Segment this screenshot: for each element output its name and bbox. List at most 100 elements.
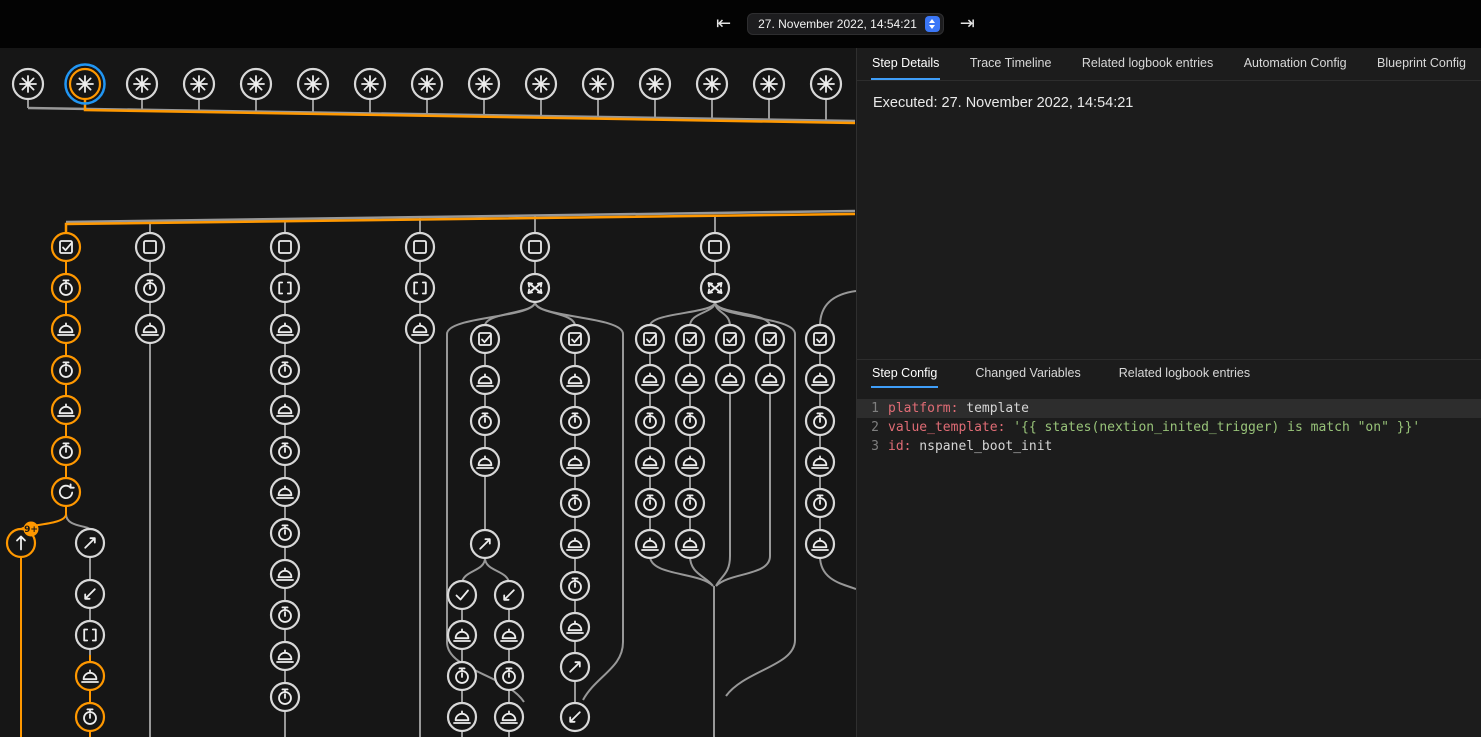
trigger-node[interactable] xyxy=(355,69,385,99)
choose-node[interactable] xyxy=(701,274,729,302)
condition-node[interactable] xyxy=(636,325,664,353)
condition-node[interactable] xyxy=(561,325,589,353)
trigger-node[interactable] xyxy=(754,69,784,99)
service-node[interactable] xyxy=(561,613,589,641)
timer-node[interactable] xyxy=(636,407,664,435)
timer-node[interactable] xyxy=(52,274,80,302)
tab-changed-variables[interactable]: Changed Variables xyxy=(974,360,1081,388)
code-line[interactable]: 1platform: template xyxy=(857,399,1481,418)
next-run-icon[interactable]: ⇥ xyxy=(960,15,975,33)
check-node[interactable] xyxy=(448,581,476,609)
timer-node[interactable] xyxy=(136,274,164,302)
arrow-ne-node[interactable] xyxy=(76,529,104,557)
timer-node[interactable] xyxy=(676,489,704,517)
timer-node[interactable] xyxy=(271,601,299,629)
service-node[interactable] xyxy=(806,530,834,558)
condition-node[interactable] xyxy=(471,325,499,353)
timer-node[interactable] xyxy=(76,703,104,731)
arrow-sw-node[interactable] xyxy=(561,703,589,731)
service-node[interactable] xyxy=(495,621,523,649)
service-node[interactable] xyxy=(271,560,299,588)
tab-automation-config[interactable]: Automation Config xyxy=(1243,48,1348,80)
service-node[interactable] xyxy=(271,396,299,424)
condition-node[interactable] xyxy=(756,325,784,353)
arrow-sw-node[interactable] xyxy=(495,581,523,609)
timer-node[interactable] xyxy=(636,489,664,517)
step-config-code[interactable]: 1platform: template2value_template: '{{ … xyxy=(857,388,1481,737)
timer-node[interactable] xyxy=(52,437,80,465)
trigger-node[interactable] xyxy=(640,69,670,99)
box-node[interactable] xyxy=(406,233,434,261)
condition-node[interactable] xyxy=(52,233,80,261)
service-node[interactable] xyxy=(636,530,664,558)
timer-node[interactable] xyxy=(561,407,589,435)
service-node[interactable] xyxy=(636,365,664,393)
service-node[interactable] xyxy=(561,530,589,558)
repeat-node[interactable] xyxy=(52,478,80,506)
box-node[interactable] xyxy=(701,233,729,261)
service-node[interactable] xyxy=(448,703,476,731)
tab-trace-timeline[interactable]: Trace Timeline xyxy=(969,48,1053,80)
timer-node[interactable] xyxy=(271,356,299,384)
trigger-node[interactable] xyxy=(469,69,499,99)
previous-run-icon[interactable]: ⇤ xyxy=(716,15,731,33)
tab-step-details[interactable]: Step Details xyxy=(871,48,940,80)
trigger-node[interactable] xyxy=(811,69,841,99)
service-node[interactable] xyxy=(676,365,704,393)
brackets-node[interactable] xyxy=(76,621,104,649)
timer-node[interactable] xyxy=(806,407,834,435)
timer-node[interactable] xyxy=(561,489,589,517)
timer-node[interactable] xyxy=(806,489,834,517)
run-date-picker[interactable]: 27. November 2022, 14:54:21 xyxy=(747,13,944,35)
service-node[interactable] xyxy=(636,448,664,476)
service-node[interactable] xyxy=(806,448,834,476)
arrow-ne-node[interactable] xyxy=(471,530,499,558)
trigger-node[interactable] xyxy=(412,69,442,99)
trigger-node[interactable] xyxy=(298,69,328,99)
timer-node[interactable] xyxy=(471,407,499,435)
tab-step-config[interactable]: Step Config xyxy=(871,360,938,388)
service-node[interactable] xyxy=(271,642,299,670)
tab-blueprint-config[interactable]: Blueprint Config xyxy=(1376,48,1467,80)
service-node[interactable] xyxy=(271,315,299,343)
service-node[interactable] xyxy=(471,366,499,394)
trigger-node[interactable] xyxy=(583,69,613,99)
timer-node[interactable] xyxy=(271,683,299,711)
service-node[interactable] xyxy=(271,478,299,506)
box-node[interactable] xyxy=(271,233,299,261)
condition-node[interactable] xyxy=(806,325,834,353)
service-node[interactable] xyxy=(406,315,434,343)
service-node[interactable] xyxy=(136,315,164,343)
trigger-node[interactable] xyxy=(184,69,214,99)
service-node[interactable] xyxy=(561,366,589,394)
timer-node[interactable] xyxy=(495,662,523,690)
service-node[interactable] xyxy=(806,365,834,393)
service-node[interactable] xyxy=(495,703,523,731)
condition-node[interactable] xyxy=(676,325,704,353)
service-node[interactable] xyxy=(676,530,704,558)
trigger-node[interactable] xyxy=(697,69,727,99)
box-node[interactable] xyxy=(521,233,549,261)
code-line[interactable]: 3id: nspanel_boot_init xyxy=(857,437,1481,456)
timer-node[interactable] xyxy=(271,519,299,547)
service-node[interactable] xyxy=(76,662,104,690)
arrow-ne-node[interactable] xyxy=(561,653,589,681)
brackets-node[interactable] xyxy=(406,274,434,302)
service-node[interactable] xyxy=(471,448,499,476)
code-line[interactable]: 2value_template: '{{ states(nextion_init… xyxy=(857,418,1481,437)
choose-node[interactable] xyxy=(521,274,549,302)
timer-node[interactable] xyxy=(271,437,299,465)
tab-related-logbook-entries[interactable]: Related logbook entries xyxy=(1118,360,1251,388)
arrow-sw-node[interactable] xyxy=(76,580,104,608)
trigger-node[interactable] xyxy=(526,69,556,99)
box-node[interactable] xyxy=(136,233,164,261)
timer-node[interactable] xyxy=(676,407,704,435)
condition-node[interactable] xyxy=(716,325,744,353)
timer-node[interactable] xyxy=(448,662,476,690)
service-node[interactable] xyxy=(52,396,80,424)
service-node[interactable] xyxy=(448,621,476,649)
brackets-node[interactable] xyxy=(271,274,299,302)
trigger-node[interactable] xyxy=(241,69,271,99)
service-node[interactable] xyxy=(756,365,784,393)
service-node[interactable] xyxy=(52,315,80,343)
